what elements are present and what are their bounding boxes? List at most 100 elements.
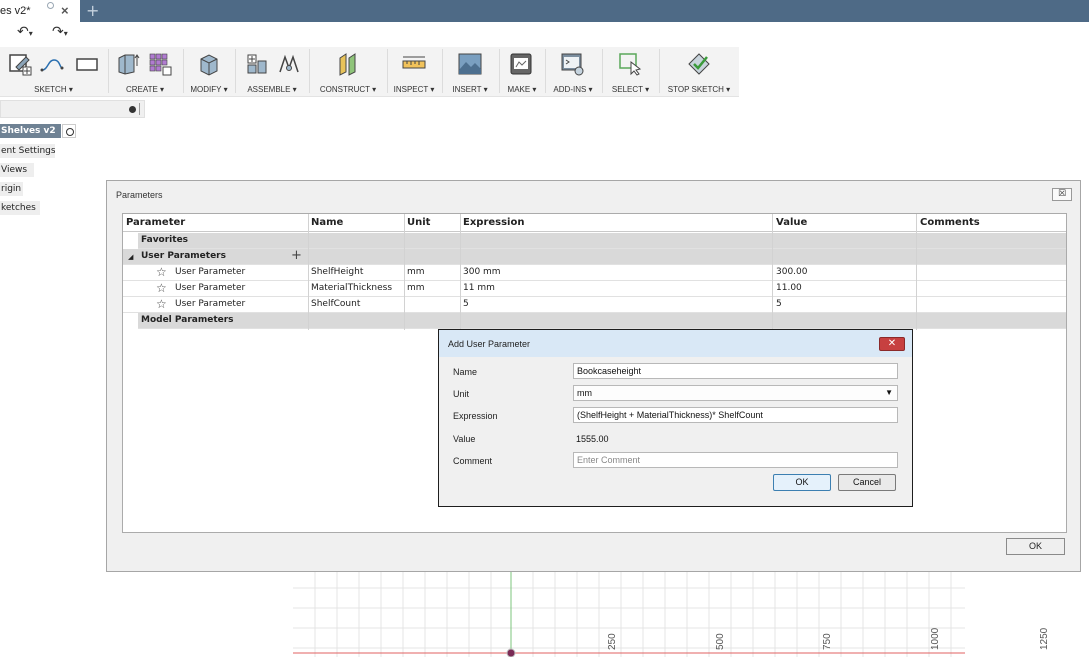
cell-parameter-type: User Parameter (175, 267, 246, 277)
toolbar-divider (387, 49, 388, 93)
favorite-star-icon[interactable]: ☆ (156, 297, 167, 311)
model-parameters-row[interactable]: Model Parameters (138, 313, 1066, 329)
favorite-star-icon[interactable]: ☆ (156, 281, 167, 295)
dropdown-arrow-icon[interactable]: ▼ (885, 386, 893, 400)
press-pull-icon[interactable] (197, 52, 221, 76)
toolbar-label-create[interactable]: CREATE ▾ (110, 85, 180, 94)
browser-node-named-views[interactable]: Views (0, 163, 34, 177)
toolbar-label-assemble[interactable]: ASSEMBLE ▾ (237, 85, 307, 94)
comment-field[interactable]: Enter Comment (573, 452, 898, 468)
rectangle-icon[interactable] (75, 52, 99, 76)
scripts-icon[interactable] (561, 52, 585, 76)
toolbar-label-make[interactable]: MAKE ▾ (501, 85, 543, 94)
column-header-comments[interactable]: Comments (920, 217, 980, 228)
table-row[interactable]: ☆ User Parameter ShelfHeight mm 300 mm 3… (123, 265, 1066, 281)
toolbar-divider (108, 49, 109, 93)
column-header-unit[interactable]: Unit (407, 217, 430, 228)
close-icon[interactable]: ✕ (879, 337, 905, 351)
3d-print-icon[interactable] (509, 52, 533, 76)
comment-label: Comment (453, 456, 493, 466)
toolbar-label-stop-sketch[interactable]: STOP SKETCH ▾ (661, 85, 737, 94)
expression-field[interactable]: (ShelfHeight + MaterialThickness)* Shelf… (573, 407, 898, 423)
document-tab[interactable]: es v2* × (0, 0, 80, 22)
cell-expression[interactable]: 11 mm (463, 283, 495, 293)
new-tab-icon[interactable]: + (86, 1, 99, 20)
stop-sketch-icon[interactable] (687, 52, 711, 76)
dialog-title-bar[interactable]: Add User Parameter ✕ (439, 330, 912, 357)
favorite-star-icon[interactable]: ☆ (156, 265, 167, 279)
redo-dropdown-icon[interactable]: ▾ (64, 29, 68, 38)
origin-point-icon[interactable] (506, 648, 516, 657)
extrude-icon[interactable] (116, 52, 140, 76)
unit-select[interactable]: mm ▼ (573, 385, 898, 401)
toolbar-label-sketch[interactable]: SKETCH ▾ (0, 85, 107, 94)
toolbar-group-create: CREATE ▾ (110, 47, 180, 97)
cell-expression[interactable]: 300 mm (463, 267, 501, 277)
browser-header (0, 100, 145, 118)
toolbar-label-insert[interactable]: INSERT ▾ (444, 85, 496, 94)
add-parameter-icon[interactable]: + (291, 248, 302, 263)
measure-icon[interactable] (402, 52, 426, 76)
pattern-icon[interactable] (148, 52, 172, 76)
user-parameters-row[interactable]: ◢ User Parameters + (123, 248, 1066, 265)
undo-icon: ↶ (17, 24, 29, 40)
browser-node-document-settings[interactable]: ent Settings (0, 144, 55, 158)
close-tab-icon[interactable]: × (61, 3, 69, 18)
expression-label: Expression (453, 411, 498, 421)
toolbar-label-add-ins[interactable]: ADD-INS ▾ (547, 85, 599, 94)
close-icon[interactable]: ☒ (1052, 188, 1072, 201)
document-tab-title: es v2* (0, 5, 31, 17)
cancel-button[interactable]: Cancel (838, 474, 896, 491)
column-header-parameter[interactable]: Parameter (126, 217, 185, 228)
cell-unit[interactable]: mm (407, 267, 425, 277)
insert-image-icon[interactable] (458, 52, 482, 76)
toolbar-divider (442, 49, 443, 93)
activate-radio-icon[interactable] (62, 124, 76, 138)
browser-node-origin[interactable]: rigin (0, 182, 23, 196)
toolbar-label-modify[interactable]: MODIFY ▾ (185, 85, 233, 94)
table-row[interactable]: ☆ User Parameter ShelfCount 5 5 (123, 297, 1066, 313)
browser-node-label: ent Settings (1, 146, 55, 156)
cell-name[interactable]: ShelfHeight (311, 267, 363, 277)
browser-node-sketches[interactable]: ketches (0, 201, 40, 215)
cell-expression[interactable]: 5 (463, 299, 469, 309)
cell-name[interactable]: ShelfCount (311, 299, 360, 309)
spline-icon[interactable] (40, 52, 64, 76)
ok-button[interactable]: OK (773, 474, 831, 491)
offset-plane-icon[interactable] (336, 52, 360, 76)
column-header-expression[interactable]: Expression (463, 217, 524, 228)
favorites-row[interactable]: Favorites (138, 233, 1066, 249)
column-header-name[interactable]: Name (311, 217, 343, 228)
expand-arrow-icon[interactable]: ◢ (128, 253, 133, 261)
document-tab-bar: es v2* × + (0, 0, 1089, 22)
cell-unit[interactable]: mm (407, 283, 425, 293)
redo-button[interactable]: ↷▾ (52, 24, 68, 40)
cell-value: 5 (776, 299, 782, 309)
toolbar-divider (183, 49, 184, 93)
browser-pin-icon[interactable] (129, 106, 136, 113)
sketch-canvas[interactable] (293, 572, 965, 657)
table-row[interactable]: ☆ User Parameter MaterialThickness mm 11… (123, 281, 1066, 297)
toolbar-label-construct[interactable]: CONSTRUCT ▾ (311, 85, 385, 94)
column-header-value[interactable]: Value (776, 217, 807, 228)
browser-node-label: ketches (1, 203, 36, 213)
name-field[interactable]: Bookcaseheight (573, 363, 898, 379)
create-sketch-icon[interactable] (8, 52, 32, 76)
undo-button[interactable]: ↶▾ (17, 24, 33, 40)
joint-icon[interactable] (277, 52, 301, 76)
dialog-title: Add User Parameter (448, 339, 531, 349)
ok-button[interactable]: OK (1006, 538, 1065, 555)
parameters-dialog-title: Parameters (116, 190, 163, 200)
toolbar-label-select[interactable]: SELECT ▾ (604, 85, 657, 94)
new-component-icon[interactable] (245, 52, 269, 76)
column-divider (308, 214, 309, 330)
ruler-label: 1250 (1039, 627, 1050, 650)
cell-name[interactable]: MaterialThickness (311, 283, 392, 293)
redo-icon: ↷ (52, 24, 64, 40)
toolbar-label-inspect[interactable]: INSPECT ▾ (389, 85, 439, 94)
browser-root-component[interactable]: Shelves v2 (0, 124, 61, 138)
undo-dropdown-icon[interactable]: ▾ (29, 29, 33, 38)
toolbar-divider (235, 49, 236, 93)
browser-collapse-handle[interactable] (139, 103, 140, 115)
select-window-icon[interactable] (618, 52, 642, 76)
